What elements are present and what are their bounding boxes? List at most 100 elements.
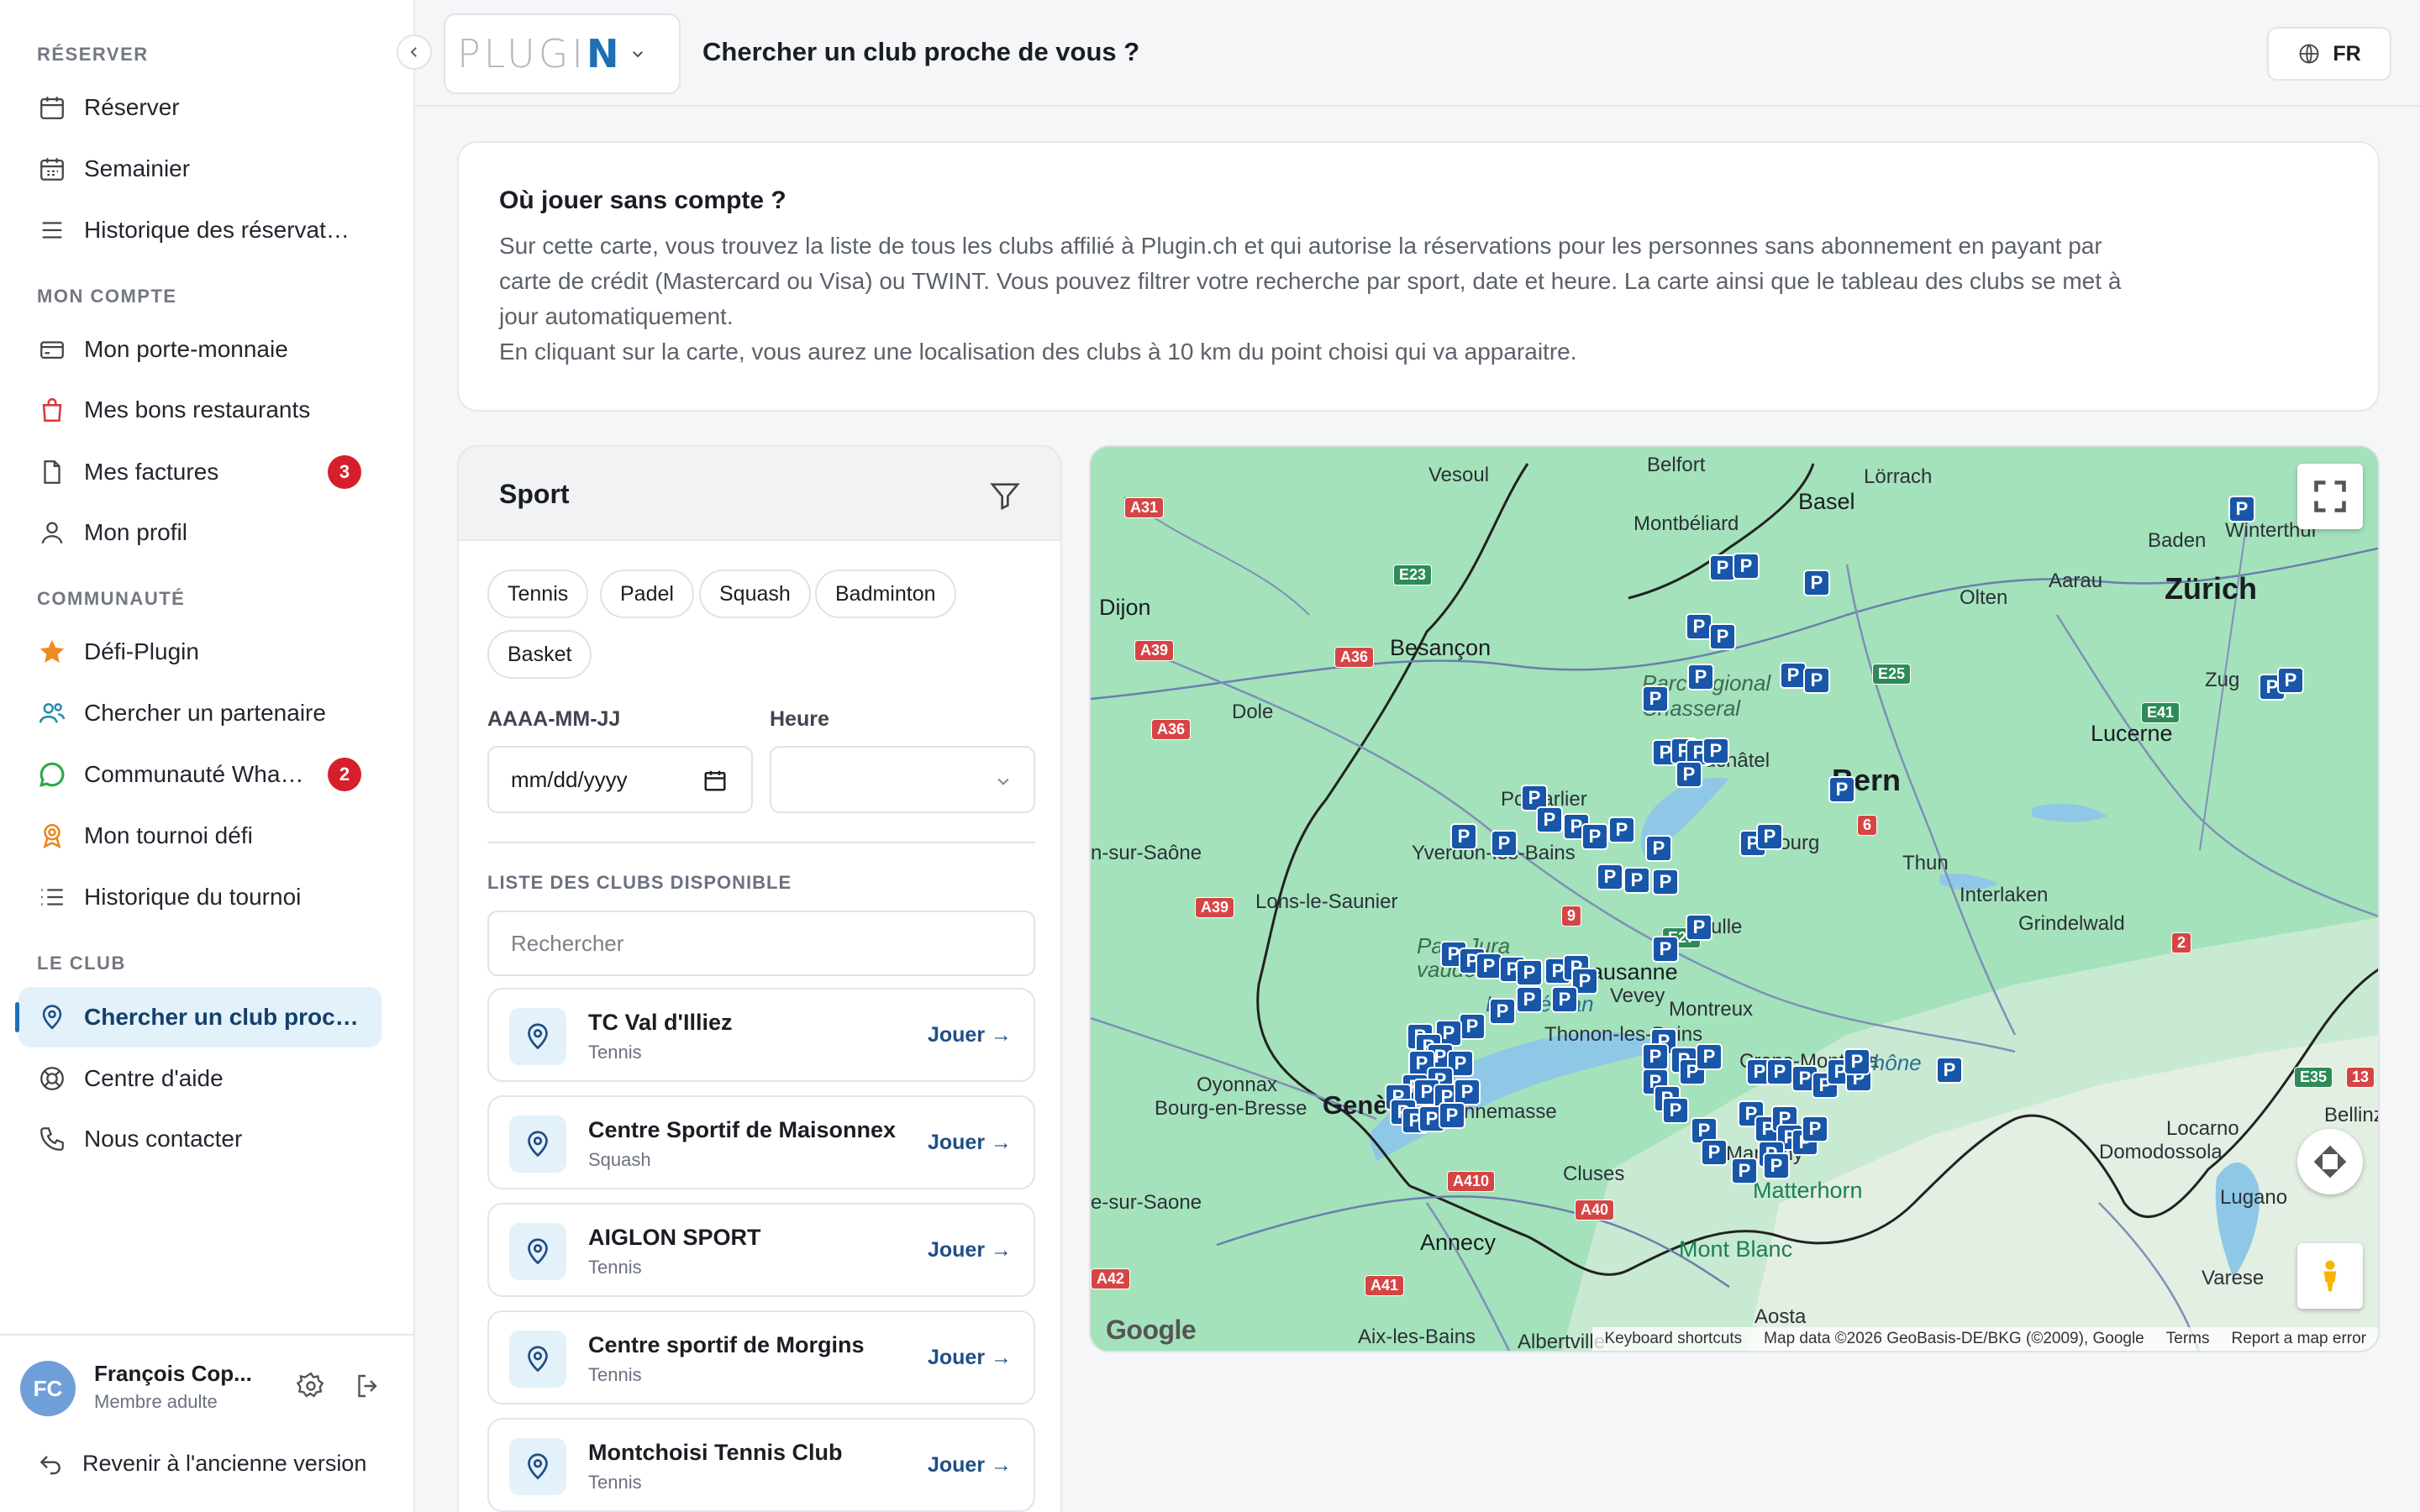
sidebar-collapse-button[interactable] [397, 34, 432, 70]
nav-label: Historique des réservations [84, 217, 353, 243]
club-play-link[interactable]: Jouer → [928, 1023, 1012, 1047]
club-marker-icon[interactable]: P [1936, 1057, 1963, 1084]
club-marker-icon[interactable]: P [1597, 864, 1623, 890]
filter-icon[interactable] [988, 479, 1022, 512]
logo-dropdown-button[interactable]: PLUGIN [444, 13, 681, 94]
club-marker-icon[interactable]: P [1516, 986, 1543, 1013]
club-marker-icon[interactable]: P [1676, 761, 1702, 788]
club-marker-icon[interactable]: P [2228, 496, 2255, 522]
club-marker-icon[interactable]: P [1756, 823, 1783, 850]
club-marker-icon[interactable]: P [1828, 776, 1855, 803]
club-search-input[interactable]: Rechercher [487, 911, 1035, 976]
nav-item-historique-tournoi[interactable]: Historique du tournoi [18, 867, 381, 927]
sport-chip-squash[interactable]: Squash [699, 570, 811, 618]
back-to-old-version-link[interactable]: Revenir à l'ancienne version [37, 1450, 366, 1477]
club-marker-icon[interactable]: P [1608, 816, 1635, 843]
nav-item-reserver[interactable]: Réserver [18, 77, 381, 138]
club-marker-icon[interactable]: P [2277, 667, 2304, 694]
section-title-communaute: COMMUNAUTÉ [37, 588, 186, 609]
nav-item-historique-reservations[interactable]: Historique des réservations [18, 200, 381, 260]
club-marker-icon[interactable]: P [1662, 1097, 1689, 1124]
club-marker-icon[interactable]: P [1623, 867, 1650, 894]
club-marker-icon[interactable]: P [1766, 1058, 1793, 1085]
nav-item-communaute-whatsapp[interactable]: Communauté WhatsApp 2 [18, 744, 381, 805]
filter-panel: Sport Tennis Padel Squash Badminton Bask… [457, 445, 1062, 1512]
nav-item-chercher-club[interactable]: Chercher un club proche de vous [15, 987, 381, 1047]
club-marker-icon[interactable]: P [1803, 667, 1830, 694]
user-panel: FC François Cop... Membre adulte [0, 1334, 415, 1430]
club-marker-icon[interactable]: P [1642, 1043, 1669, 1070]
club-marker-icon[interactable]: P [1687, 664, 1714, 690]
sport-chip-basket[interactable]: Basket [487, 630, 592, 679]
undo-arrow-icon [39, 1456, 60, 1475]
nav-item-semainier[interactable]: Semainier [18, 139, 381, 199]
back-link-label: Revenir à l'ancienne version [82, 1450, 367, 1476]
nav-item-tournoi-defi[interactable]: Mon tournoi défi [18, 806, 381, 866]
avatar[interactable]: FC [20, 1361, 76, 1416]
club-play-link[interactable]: Jouer → [928, 1346, 1012, 1370]
club-marker-icon[interactable]: P [1686, 914, 1712, 941]
map-label-bourg: Bourg-en-Bresse [1155, 1097, 1307, 1120]
club-row[interactable]: Centre Sportif de Maisonnex Squash Jouer… [487, 1095, 1035, 1189]
road-shield-label: E41 [2141, 702, 2181, 723]
nav-item-centre-aide[interactable]: Centre d'aide [18, 1048, 381, 1109]
club-marker-icon[interactable]: P [1516, 959, 1543, 986]
club-marker-icon[interactable]: P [1709, 623, 1736, 650]
club-marker-icon[interactable]: P [1696, 1043, 1723, 1070]
club-marker-icon[interactable]: P [1731, 1158, 1758, 1184]
club-marker-icon[interactable]: P [1733, 553, 1760, 580]
club-play-link[interactable]: Jouer → [928, 1453, 1012, 1478]
settings-gear-icon[interactable] [296, 1371, 326, 1401]
language-selector[interactable]: FR [2267, 27, 2391, 81]
club-marker-icon[interactable]: P [1652, 869, 1679, 895]
nav-item-bons-restaurants[interactable]: Mes bons restaurants [18, 380, 381, 440]
clubs-map[interactable]: Vesoul Belfort Lörrach Basel Montbéliard… [1089, 445, 2380, 1352]
club-marker-icon[interactable]: P [1459, 1013, 1486, 1040]
club-marker-icon[interactable]: P [1450, 823, 1477, 850]
club-marker-icon[interactable]: P [1645, 835, 1672, 862]
hour-select[interactable] [770, 746, 1035, 813]
club-marker-icon[interactable]: P [1702, 738, 1729, 764]
keyboard-shortcuts-link[interactable]: Keyboard shortcuts [1604, 1330, 1742, 1348]
nav-item-defi-plugin[interactable]: Défi-Plugin [18, 622, 381, 682]
club-row[interactable]: TC Val d'Illiez Tennis Jouer → [487, 988, 1035, 1082]
sport-chip-badminton[interactable]: Badminton [815, 570, 956, 618]
club-row[interactable]: Montchoisi Tennis Club Tennis Jouer → [487, 1418, 1035, 1512]
club-marker-icon[interactable]: P [1536, 806, 1563, 833]
map-label-dole: Dole [1232, 701, 1274, 723]
terms-link[interactable]: Terms [2166, 1330, 2210, 1348]
club-marker-icon[interactable]: P [1489, 998, 1516, 1025]
club-play-link[interactable]: Jouer → [928, 1131, 1012, 1155]
date-input[interactable]: mm/dd/yyyy [487, 746, 753, 813]
club-marker-icon[interactable]: P [1491, 830, 1518, 857]
fullscreen-button[interactable] [2297, 464, 2363, 529]
nav-item-chercher-partenaire[interactable]: Chercher un partenaire [18, 683, 381, 743]
club-play-link[interactable]: Jouer → [928, 1238, 1012, 1263]
club-marker-icon[interactable]: P [1844, 1048, 1870, 1075]
club-marker-icon[interactable]: P [1581, 823, 1608, 850]
nav-item-porte-monnaie[interactable]: Mon porte-monnaie [18, 319, 381, 380]
club-marker-icon[interactable]: P [1652, 936, 1679, 963]
club-marker-icon[interactable]: P [1803, 570, 1830, 596]
map-camera-control[interactable] [2297, 1129, 2363, 1194]
map-pin-icon [509, 1116, 566, 1173]
club-marker-icon[interactable]: P [1701, 1139, 1728, 1166]
club-marker-icon[interactable]: P [1642, 685, 1669, 712]
nav-item-profil[interactable]: Mon profil [18, 502, 381, 563]
sport-chip-padel[interactable]: Padel [600, 570, 694, 618]
club-marker-icon[interactable]: P [1763, 1152, 1790, 1179]
club-row[interactable]: Centre sportif de Morgins Tennis Jouer → [487, 1310, 1035, 1404]
club-row[interactable]: AIGLON SPORT Tennis Jouer → [487, 1203, 1035, 1297]
club-marker-icon[interactable]: P [1551, 986, 1578, 1013]
info-card: Où jouer sans compte ? Sur cette carte, … [457, 141, 2380, 412]
road-shield-label: 2 [2171, 932, 2192, 953]
nav-item-factures[interactable]: Mes factures 3 [18, 442, 381, 502]
user-icon [37, 517, 67, 548]
logout-icon[interactable] [353, 1371, 383, 1401]
nav-item-nous-contacter[interactable]: Nous contacter [18, 1109, 381, 1169]
report-map-error-link[interactable]: Report a map error [2231, 1330, 2366, 1348]
club-marker-icon[interactable]: P [1802, 1116, 1828, 1142]
club-marker-icon[interactable]: P [1439, 1102, 1465, 1129]
street-view-pegman-icon[interactable] [2297, 1243, 2363, 1309]
sport-chip-tennis[interactable]: Tennis [487, 570, 589, 618]
